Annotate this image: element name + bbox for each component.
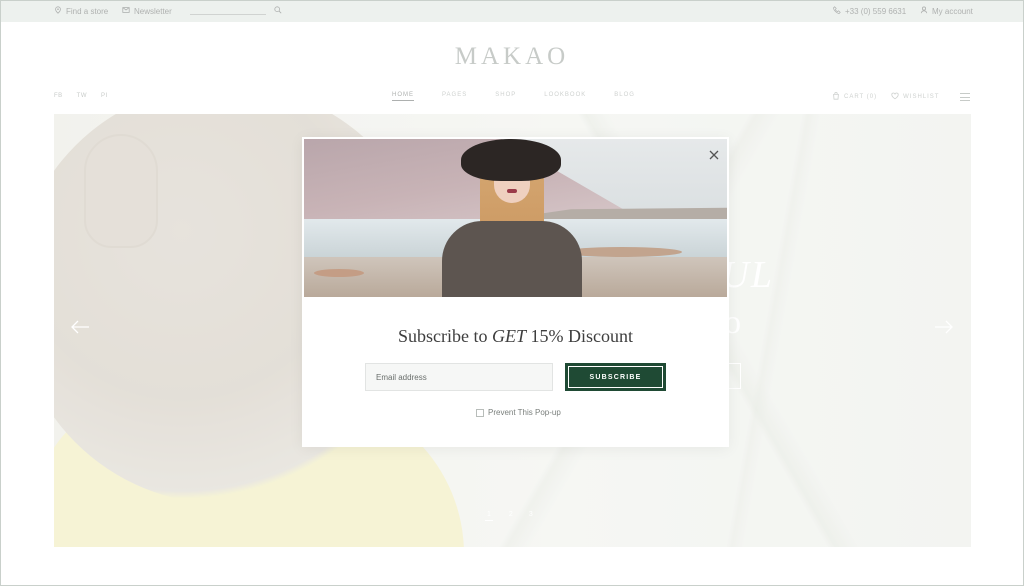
prevent-popup-option[interactable]: Prevent This Pop-up xyxy=(476,408,561,417)
popup-banner-image xyxy=(304,139,727,297)
popup-title-em: GET xyxy=(491,326,526,346)
prevent-popup-label: Prevent This Pop-up xyxy=(488,408,561,417)
popup-model xyxy=(442,139,582,297)
popup-title-pre: Subscribe to xyxy=(397,326,488,346)
popup-title-post: 15% Discount xyxy=(530,326,634,346)
subscribe-popup: Subscribe to GET 15% Discount SUBSCRIBE … xyxy=(302,137,729,447)
close-icon[interactable] xyxy=(708,148,720,160)
prevent-popup-checkbox[interactable] xyxy=(476,408,484,417)
popup-title: Subscribe to GET 15% Discount xyxy=(302,326,729,347)
browser-frame: Find a store Newsletter +33 (0) 559 6631… xyxy=(0,0,1024,586)
email-field[interactable] xyxy=(365,363,553,391)
subscribe-button[interactable]: SUBSCRIBE xyxy=(565,363,666,391)
